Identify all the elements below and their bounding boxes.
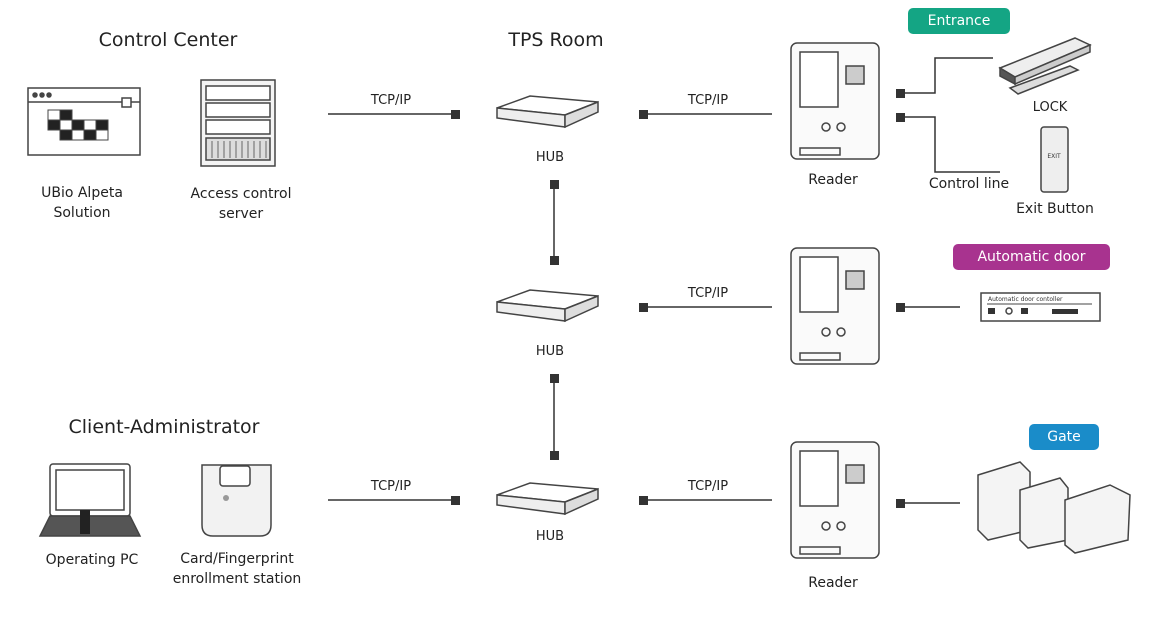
hub-icon-3	[496, 482, 599, 516]
label-server: Access control server	[190, 186, 292, 222]
control-line-exit	[900, 116, 1000, 173]
control-line-lock	[900, 57, 993, 94]
software-window-icon	[27, 87, 141, 156]
badge-gate: Gate	[1029, 424, 1099, 450]
laptop-icon	[38, 463, 142, 537]
section-title-tps-room: TPS Room	[508, 29, 604, 51]
label-tcpip: TCP/IP	[687, 286, 729, 301]
label-enrollment: Card/Fingerprint enrollment station	[172, 551, 302, 587]
label-lock: LOCK	[1032, 100, 1068, 115]
diagram-graphics: EXIT Automatic door contoller	[27, 37, 1131, 559]
reader-icon-2	[790, 247, 880, 365]
badge-entrance: Entrance	[908, 8, 1010, 34]
hub-icon-2	[496, 289, 599, 323]
label-hub: HUB	[535, 344, 565, 359]
label-tcpip: TCP/IP	[687, 93, 729, 108]
magnetic-lock-icon	[998, 37, 1092, 95]
label-control-line: Control line	[928, 176, 1010, 192]
gate-turnstile-icon	[977, 461, 1131, 554]
enrollment-station-icon	[201, 464, 272, 537]
hub-icon-1	[496, 95, 599, 129]
label-tcpip: TCP/IP	[370, 93, 412, 108]
connection-lines	[328, 57, 1000, 504]
label-tcpip: TCP/IP	[370, 479, 412, 494]
server-rack-icon	[200, 79, 276, 167]
exit-button-icon: EXIT	[1040, 126, 1069, 193]
svg-text:Automatic door contoller: Automatic door contoller	[988, 296, 1063, 303]
label-reader: Reader	[808, 575, 858, 591]
reader-icon-3	[790, 441, 880, 559]
label-alpeta: UBio Alpeta Solution	[41, 185, 123, 221]
section-title-control-center: Control Center	[98, 29, 238, 51]
section-title-client-admin: Client-Administrator	[68, 416, 260, 438]
label-hub: HUB	[535, 529, 565, 544]
label-hub: HUB	[535, 150, 565, 165]
label-reader: Reader	[808, 172, 858, 188]
door-controller-icon: Automatic door contoller	[980, 292, 1101, 322]
label-operating-pc: Operating PC	[45, 552, 139, 568]
badge-automatic-door: Automatic door	[953, 244, 1110, 270]
label-exit-button: Exit Button	[1016, 201, 1094, 217]
access-control-diagram: EXIT Automatic door contoller Control Ce…	[0, 0, 1159, 618]
svg-text:EXIT: EXIT	[1047, 153, 1061, 160]
reader-icon-1	[790, 42, 880, 160]
label-tcpip: TCP/IP	[687, 479, 729, 494]
